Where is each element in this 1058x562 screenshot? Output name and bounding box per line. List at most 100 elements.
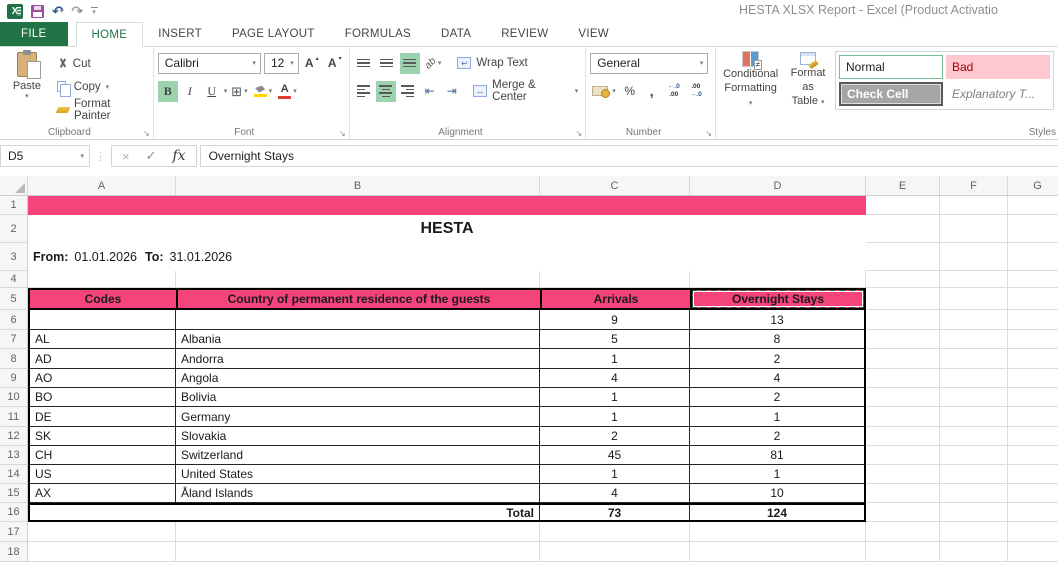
cell-E18[interactable] bbox=[866, 542, 940, 562]
row-header-11[interactable]: 11 bbox=[0, 407, 28, 427]
cell-C15[interactable]: 4 bbox=[540, 484, 690, 503]
cell-E17[interactable] bbox=[866, 522, 940, 542]
row-header-1[interactable]: 1 bbox=[0, 196, 28, 215]
header-cell-A[interactable]: Codes bbox=[28, 288, 176, 310]
total-overnight-cell[interactable]: 124 bbox=[690, 503, 866, 522]
font-color-button[interactable]: A ▾ bbox=[276, 81, 299, 102]
header-cell-C[interactable]: Arrivals bbox=[540, 288, 690, 310]
cell-D6[interactable]: 13 bbox=[690, 310, 866, 330]
italic-button[interactable]: I bbox=[180, 81, 200, 102]
font-size-combo[interactable]: 12 ▾ bbox=[264, 53, 299, 74]
cell-F[interactable] bbox=[940, 288, 1008, 310]
increase-indent-button[interactable]: ⇥ bbox=[442, 81, 462, 102]
cell-E[interactable] bbox=[866, 330, 940, 349]
cut-button[interactable]: Cut bbox=[54, 53, 149, 74]
chevron-down-icon[interactable]: ▾ bbox=[252, 59, 256, 67]
cell-G[interactable] bbox=[1008, 465, 1058, 484]
font-family-combo[interactable]: Calibri ▾ bbox=[158, 53, 261, 74]
cell-D10[interactable]: 2 bbox=[690, 388, 866, 407]
cell-F18[interactable] bbox=[940, 542, 1008, 562]
cell-G17[interactable] bbox=[1008, 522, 1058, 542]
cell-F[interactable] bbox=[940, 215, 1008, 243]
cell-B10[interactable]: Bolivia bbox=[176, 388, 540, 407]
cell-A15[interactable]: AX bbox=[28, 484, 176, 503]
cell-G[interactable] bbox=[1008, 503, 1058, 522]
cell-A6[interactable] bbox=[28, 310, 176, 330]
row-header-6[interactable]: 6 bbox=[0, 310, 28, 330]
total-arrivals-cell[interactable]: 73 bbox=[540, 503, 690, 522]
borders-button[interactable]: ⊞ ▾ bbox=[229, 81, 249, 102]
accounting-format-button[interactable]: ▾ bbox=[590, 81, 618, 102]
cell-D8[interactable]: 2 bbox=[690, 349, 866, 369]
cell-C12[interactable]: 2 bbox=[540, 427, 690, 446]
cell-B15[interactable]: Åland Islands bbox=[176, 484, 540, 503]
align-bottom-button[interactable] bbox=[400, 53, 420, 74]
cell-D7[interactable]: 8 bbox=[690, 330, 866, 349]
row-header-15[interactable]: 15 bbox=[0, 484, 28, 503]
cell-A18[interactable] bbox=[28, 542, 176, 562]
cell-G[interactable] bbox=[1008, 330, 1058, 349]
col-header-C[interactable]: C bbox=[540, 176, 690, 196]
row-header-3[interactable]: 3 bbox=[0, 243, 28, 271]
report-title-cell[interactable]: HESTA bbox=[28, 215, 866, 243]
chevron-down-icon[interactable]: ▾ bbox=[106, 83, 110, 91]
row-header-10[interactable]: 10 bbox=[0, 388, 28, 407]
cell-G[interactable] bbox=[1008, 349, 1058, 369]
tab-insert[interactable]: INSERT bbox=[143, 22, 217, 46]
cell-G[interactable] bbox=[1008, 388, 1058, 407]
cell-C17[interactable] bbox=[540, 522, 690, 542]
increase-decimal-button[interactable]: ←.0 .00 bbox=[664, 81, 684, 102]
row-header-7[interactable]: 7 bbox=[0, 330, 28, 349]
cell-C10[interactable]: 1 bbox=[540, 388, 690, 407]
cell-D15[interactable]: 10 bbox=[690, 484, 866, 503]
cell-C8[interactable]: 1 bbox=[540, 349, 690, 369]
cell-F[interactable] bbox=[940, 330, 1008, 349]
tab-formulas[interactable]: FORMULAS bbox=[330, 22, 426, 46]
align-left-button[interactable] bbox=[354, 81, 374, 102]
total-label-cell[interactable]: Total bbox=[28, 503, 540, 522]
dialog-launcher-icon[interactable]: ↘ bbox=[339, 129, 346, 138]
cell-C6[interactable]: 9 bbox=[540, 310, 690, 330]
col-header-D[interactable]: D bbox=[690, 176, 866, 196]
percent-style-button[interactable]: % bbox=[620, 81, 640, 102]
dialog-launcher-icon[interactable]: ↘ bbox=[705, 129, 712, 138]
cell-B14[interactable]: United States bbox=[176, 465, 540, 484]
chevron-down-icon[interactable]: ▾ bbox=[60, 7, 64, 15]
format-painter-button[interactable]: Format Painter bbox=[54, 99, 149, 120]
cell-F4[interactable] bbox=[940, 271, 1008, 288]
grow-font-button[interactable]: A▴ bbox=[302, 53, 322, 74]
cell-C14[interactable]: 1 bbox=[540, 465, 690, 484]
dialog-launcher-icon[interactable]: ↘ bbox=[576, 129, 583, 138]
cell-F[interactable] bbox=[940, 503, 1008, 522]
cell-A12[interactable]: SK bbox=[28, 427, 176, 446]
cell-E[interactable] bbox=[866, 310, 940, 330]
cell-G[interactable] bbox=[1008, 215, 1058, 243]
align-middle-button[interactable] bbox=[377, 53, 397, 74]
chevron-down-icon[interactable]: ▾ bbox=[290, 59, 294, 67]
cell-C11[interactable]: 1 bbox=[540, 407, 690, 427]
cell-F[interactable] bbox=[940, 446, 1008, 465]
cell-E[interactable] bbox=[866, 407, 940, 427]
align-right-button[interactable] bbox=[398, 81, 418, 102]
cell-A4[interactable] bbox=[28, 271, 176, 288]
format-as-table-button[interactable]: Format as Table ▾ bbox=[785, 50, 831, 122]
cell-G[interactable] bbox=[1008, 446, 1058, 465]
cell-E[interactable] bbox=[866, 503, 940, 522]
cell-C13[interactable]: 45 bbox=[540, 446, 690, 465]
wrap-text-button[interactable]: ↩ Wrap Text bbox=[454, 53, 530, 74]
col-header-E[interactable]: E bbox=[866, 176, 940, 196]
merge-center-button[interactable]: ↔ Merge & Center ▾ bbox=[470, 81, 581, 102]
cell-F[interactable] bbox=[940, 369, 1008, 388]
header-cell-B[interactable]: Country of permanent residence of the gu… bbox=[176, 288, 540, 310]
redo-button[interactable]: ↷ ▾ bbox=[71, 4, 82, 18]
cell-F[interactable] bbox=[940, 484, 1008, 503]
paste-button[interactable]: Paste ▾ bbox=[6, 50, 48, 122]
cell-E[interactable] bbox=[866, 446, 940, 465]
row-header-2[interactable]: 2 bbox=[0, 215, 28, 243]
cell-style-bad[interactable]: Bad bbox=[946, 55, 1050, 79]
insert-function-icon[interactable]: fx bbox=[173, 148, 186, 164]
row-header-12[interactable]: 12 bbox=[0, 427, 28, 446]
decrease-decimal-button[interactable]: .00 →.0 bbox=[686, 81, 706, 102]
cell-D17[interactable] bbox=[690, 522, 866, 542]
cell-A9[interactable]: AO bbox=[28, 369, 176, 388]
